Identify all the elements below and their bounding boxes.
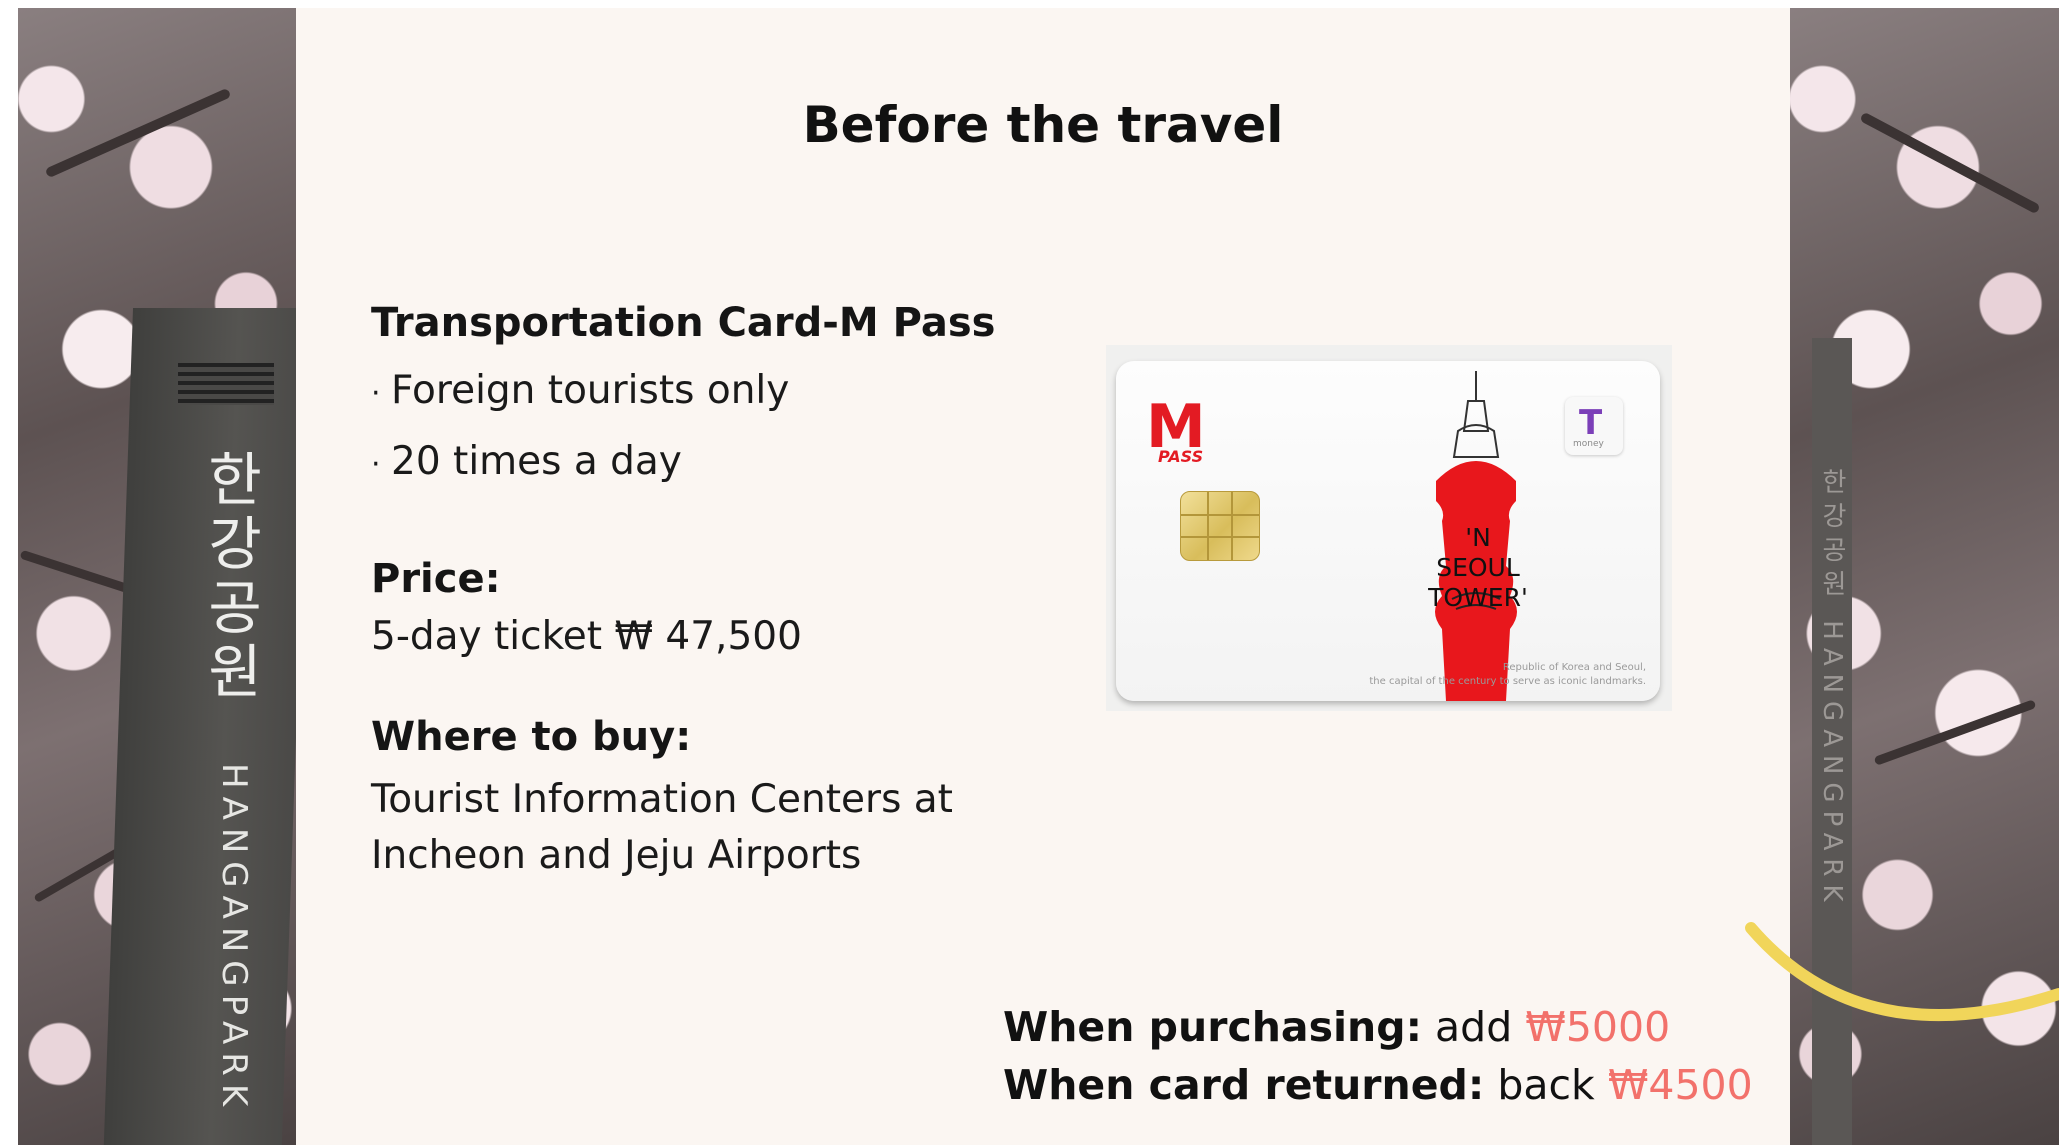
- m-pass-logo-sub: PASS: [1158, 447, 1204, 466]
- fine-print-line: the capital of the century to serve as i…: [1369, 676, 1646, 687]
- price-label: Price:: [371, 556, 501, 602]
- where-to-buy-label: Where to buy:: [371, 714, 692, 760]
- card-heading: Transportation Card-M Pass: [371, 300, 996, 346]
- arc-stroke: [1745, 922, 2059, 1022]
- bullet-text: 20 times a day: [391, 439, 682, 484]
- purchase-text: add: [1435, 1003, 1513, 1051]
- where-to-buy-section: Where to buy: Tourist Information Center…: [371, 714, 953, 884]
- branch: [44, 87, 232, 179]
- bullet-icon: ·: [371, 376, 381, 411]
- chip-line: [1181, 536, 1259, 538]
- branch: [1873, 699, 2037, 766]
- tower-text-line: SEOUL: [1436, 553, 1520, 582]
- cherry-blossom-photo-left: 한강공원 HANGANGPARK: [18, 8, 296, 1145]
- tower-text: 'N SEOUL TOWER': [1416, 523, 1540, 613]
- branch: [1859, 111, 2041, 215]
- deposit-notes: When purchasing: add ₩5000 When card ret…: [1003, 998, 1753, 1114]
- bullet-item: · 20 times a day: [371, 439, 995, 484]
- return-amount: ₩4500: [1607, 1061, 1753, 1109]
- tmoney-sub: money: [1573, 439, 1604, 449]
- where-to-buy-line: Tourist Information Centers at: [371, 777, 953, 822]
- chip-icon: [1180, 491, 1260, 561]
- sign-korean-text: 한강공원: [208, 446, 262, 706]
- return-text: back: [1497, 1061, 1595, 1109]
- decorative-arc: [1745, 922, 2059, 1022]
- tmoney-logo: T money: [1565, 397, 1623, 455]
- chip-line: [1231, 492, 1233, 560]
- tmoney-letter: T: [1579, 403, 1603, 443]
- card-section: Transportation Card-M Pass · Foreign tour…: [371, 300, 995, 484]
- where-to-buy-line: Incheon and Jeju Airports: [371, 833, 862, 878]
- tower-deck: [1452, 424, 1500, 458]
- sign-vents: [178, 363, 274, 405]
- bullet-text: Foreign tourists only: [391, 368, 790, 413]
- bullet-item: · Foreign tourists only: [371, 368, 995, 413]
- price-section: Price: 5-day ticket ₩ 47,500: [371, 556, 802, 659]
- park-sign-post: [102, 308, 296, 1145]
- chip-line: [1207, 492, 1209, 560]
- branch: [19, 549, 137, 596]
- tower-text-line: TOWER': [1428, 583, 1528, 612]
- bullet-icon: ·: [371, 447, 381, 482]
- price-value: 5-day ticket ₩ 47,500: [371, 614, 802, 659]
- m-pass-card-image: M PASS 'N SEOUL TOWER' T money Republic …: [1106, 345, 1672, 711]
- slide: 한강공원 HANGANGPARK 한강공원 HANGANGPARK Before…: [18, 8, 2059, 1145]
- sign-latin-text: HANGANGPARK: [214, 763, 254, 1115]
- page-title: Before the travel: [802, 96, 1284, 154]
- tower-text-line: 'N: [1465, 523, 1491, 552]
- chip-line: [1181, 514, 1259, 516]
- fine-print-line: Republic of Korea and Seoul,: [1502, 662, 1646, 673]
- sign-latin-text-right: 한강공원 HANGANGPARK: [1817, 468, 1847, 910]
- return-note: When card returned: back ₩4500: [1003, 1056, 1753, 1114]
- card-fine-print: Republic of Korea and Seoul, the capital…: [1316, 661, 1646, 689]
- return-label: When card returned:: [1003, 1061, 1485, 1109]
- purchase-note: When purchasing: add ₩5000: [1003, 998, 1753, 1056]
- purchase-amount: ₩5000: [1525, 1003, 1671, 1051]
- purchase-label: When purchasing:: [1003, 1003, 1422, 1051]
- m-pass-card: M PASS 'N SEOUL TOWER' T money Republic …: [1116, 361, 1660, 701]
